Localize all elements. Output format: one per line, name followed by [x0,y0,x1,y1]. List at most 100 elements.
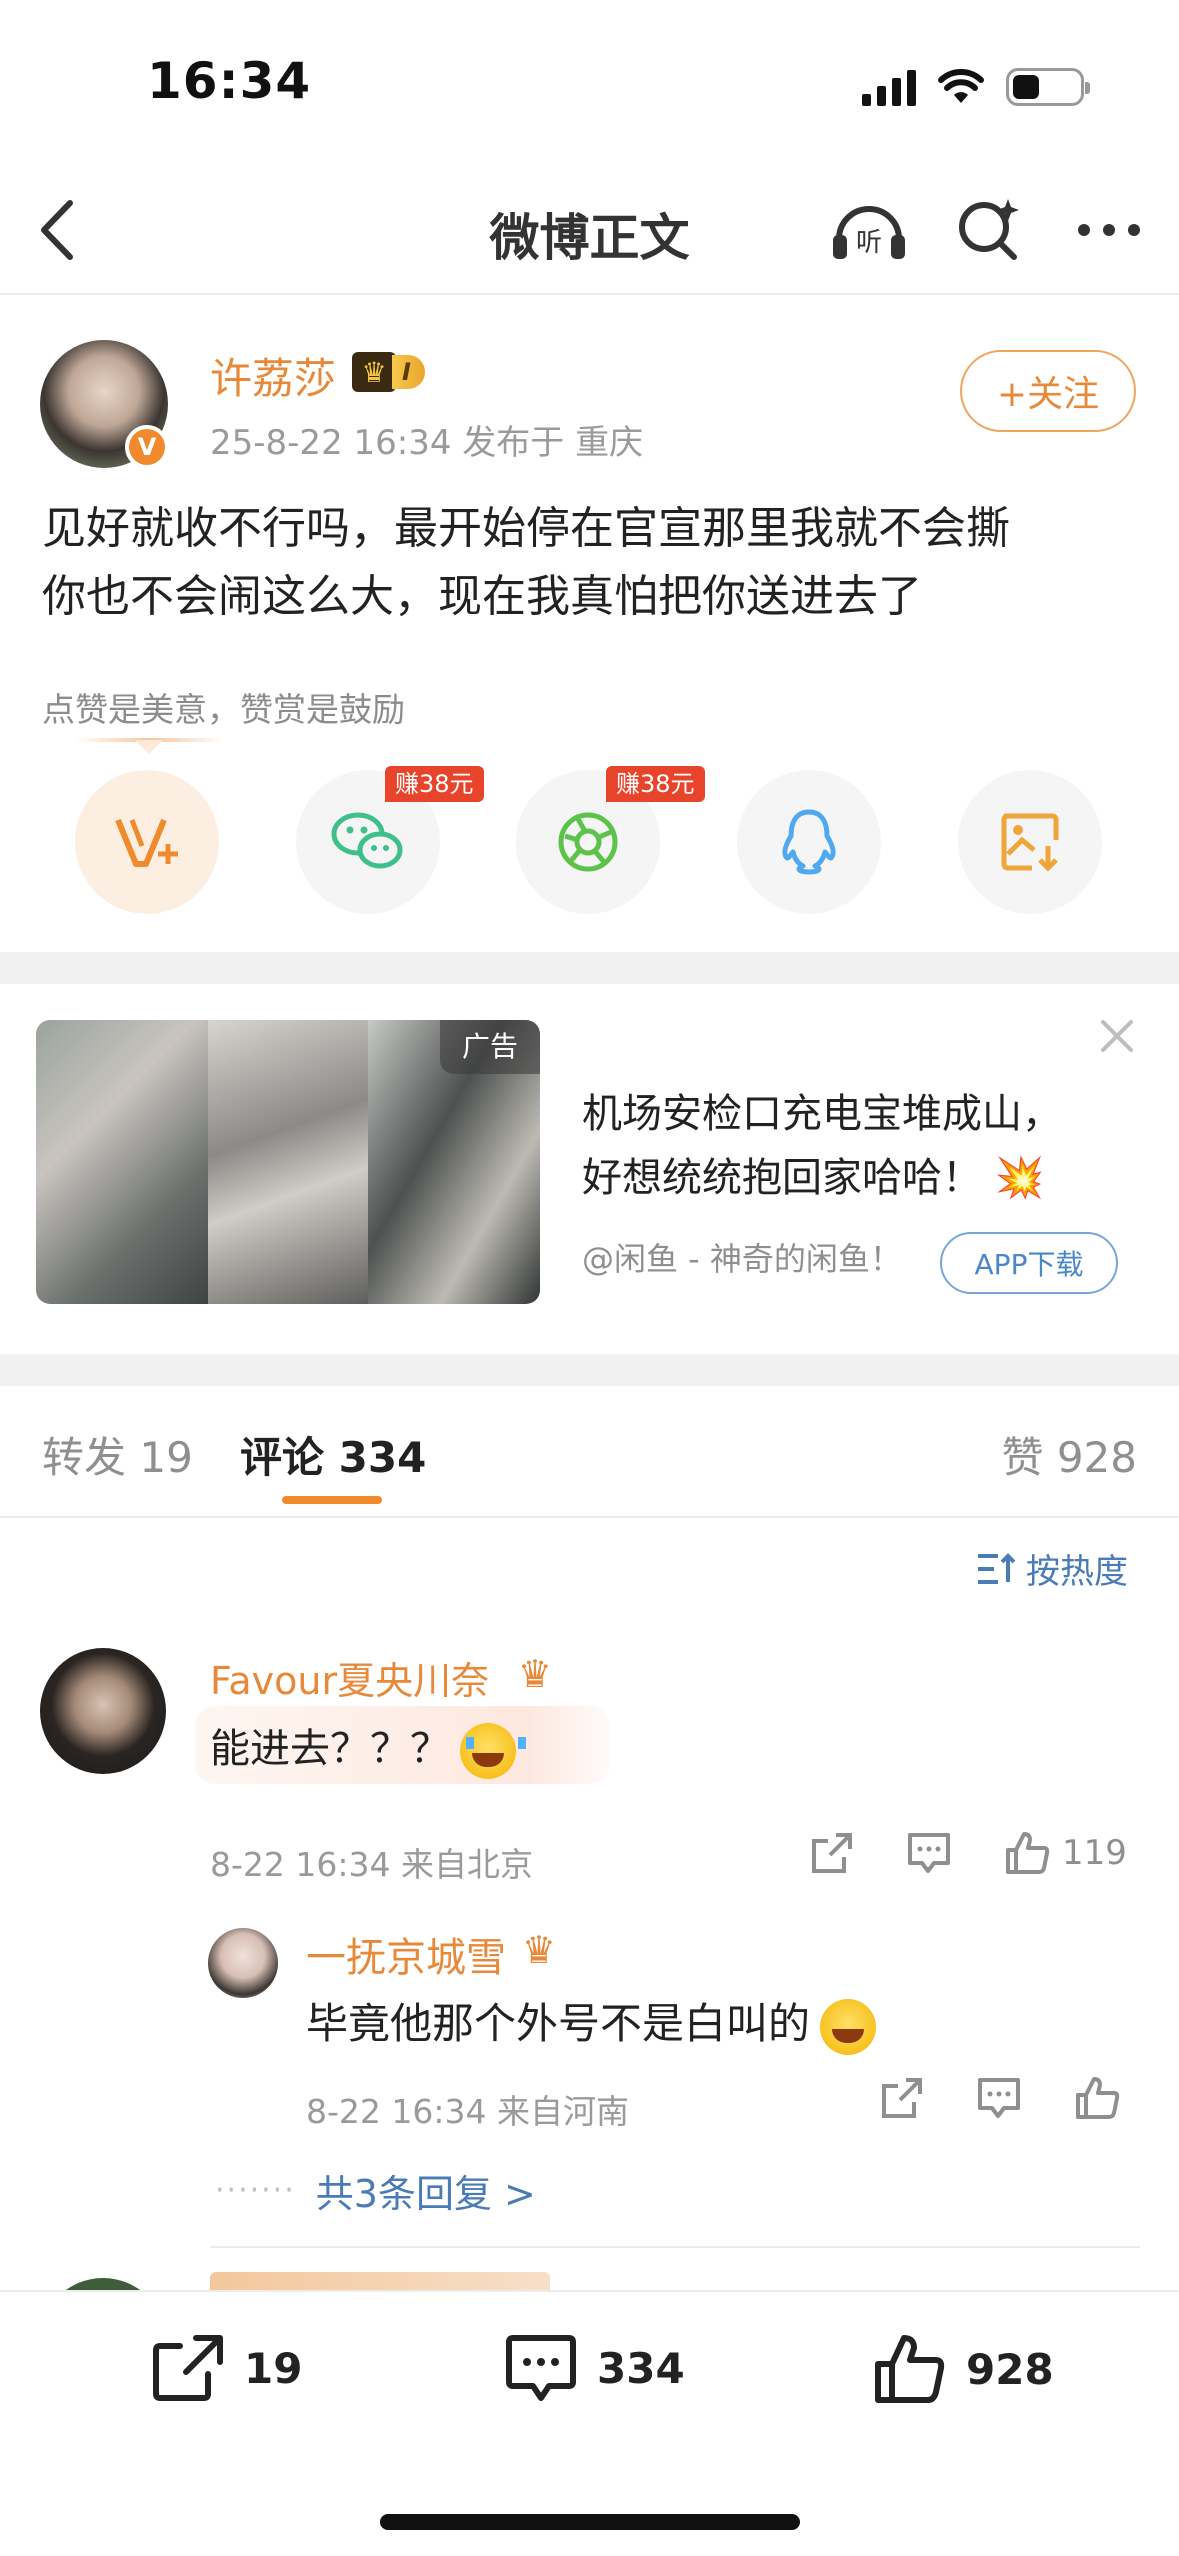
explosion-emoji-icon: 💥 [994,1155,1045,1201]
ad-title-line: 机场安检口充电宝堆成山， [582,1091,1062,1137]
like-button[interactable]: 928 [872,2332,1054,2406]
ad-image[interactable]: 广告 [36,1020,540,1304]
repost-count: 19 [244,2343,303,2393]
comment-count: 334 [597,2343,685,2393]
ad-card[interactable]: 广告 机场安检口充电宝堆成山， 好想统统抱回家哈哈！ 💥 @闲鱼 - 神奇的闲鱼… [0,984,1179,1354]
cellular-signal-icon [862,68,916,106]
headphones-listen-icon: 听 [833,206,905,259]
reply-text[interactable]: 毕竟他那个外号不是白叫的 [306,1990,877,2055]
qq-icon [782,809,836,875]
laughing-emoji-icon [820,1998,877,2055]
post-text: 见好就收不行吗，最开始停在官宣那里我就不会撕 你也不会闹这么大，现在我真怕把你送… [42,495,1142,631]
ai-search-button[interactable] [949,190,1029,270]
tab-repost[interactable]: 转发 19 [42,1424,193,1485]
reply-author-name[interactable]: 一抚京城雪 [306,1925,506,1983]
post-meta: 25-8-22 16:34 发布于 重庆 [210,423,644,463]
sort-label: 按热度 [1026,1552,1128,1592]
post-text-line: 见好就收不行吗，最开始停在官宣那里我就不会撕 [42,503,1010,554]
comment-meta: 8-22 16:34 来自北京 [210,1845,533,1884]
commenter-avatar[interactable] [40,1648,166,1774]
comment-actions: 119 [810,1830,1127,1876]
reply-meta: 8-22 16:34 来自河南 [306,2092,629,2131]
more-dots-icon [1078,224,1140,236]
follow-button[interactable]: +关注 [960,350,1136,432]
crying-emoji-icon [460,1723,526,1779]
moments-icon [558,812,618,872]
earn-tag: 赚38元 [385,766,484,802]
share-icon[interactable] [810,1831,854,1875]
ad-tag: 广告 [440,1020,540,1074]
like-button[interactable]: 119 [1004,1830,1127,1876]
sort-icon [978,1552,1016,1584]
tab-likes[interactable]: 赞 928 [1001,1424,1137,1485]
close-icon [1101,1020,1133,1052]
sort-button[interactable]: 按热度 [976,1544,1128,1593]
share-row: 赚38元 赚38元 [0,766,1179,914]
member-badge[interactable]: ♛ I [352,352,425,392]
listen-button[interactable]: 听 [829,190,909,270]
reward-pointer [135,740,163,754]
repost-button[interactable]: 19 [150,2332,302,2404]
wifi-icon [938,69,984,103]
comment-text[interactable]: 能进去？？？ [210,1716,526,1779]
author-name[interactable]: 许荔莎 [210,345,336,406]
reply-actions [880,2075,1122,2121]
commenter-name[interactable] [210,2272,550,2290]
crown-icon: ♛ [518,1652,553,1696]
reward-button[interactable] [75,770,219,914]
post-tabs: 转发 19 评论 334 赞 928 [0,1386,1179,1518]
section-divider [0,952,1179,984]
commenter-avatar[interactable] [40,2278,166,2290]
tab-comments[interactable]: 评论 334 [240,1424,426,1485]
post-text-line: 你也不会闹这么大，现在我真怕把你送进去了 [42,571,922,622]
save-image-button[interactable] [958,770,1102,914]
comment-text-content: 能进去？？？ [210,1726,450,1772]
comment-separator [210,2246,1140,2248]
app-download-button[interactable]: APP下载 [940,1232,1118,1294]
status-icons [862,64,1090,110]
reward-hint: 点赞是美意，赞赏是鼓励 [42,690,405,729]
repost-icon [153,2335,223,2401]
thumbs-up-icon[interactable] [1074,2075,1122,2121]
more-replies-label: 共3条回复 > [315,2172,536,2216]
share-qq-button[interactable] [737,770,881,914]
wechat-icon [331,812,403,869]
next-comment-peek [0,2270,1179,2290]
tab-active-indicator [282,1496,382,1504]
ad-title-line: 好想统统抱回家哈哈！ 💥 [582,1146,1122,1210]
status-time: 16:34 [147,52,312,110]
commenter-name[interactable]: Favour夏央川奈 [210,1650,489,1705]
thumbs-up-icon [875,2335,945,2403]
ad-source[interactable]: @闲鱼 - 神奇的闲鱼！ [582,1234,902,1280]
section-divider [0,1354,1179,1386]
thumbs-up-icon [1006,1832,1050,1874]
more-replies-link[interactable]: ······· 共3条回复 > [215,2163,536,2218]
comment-button[interactable]: 334 [503,2332,685,2404]
like-count: 928 [966,2344,1054,2394]
more-button[interactable] [1069,190,1149,270]
ad-title[interactable]: 机场安检口充电宝堆成山， 好想统统抱回家哈哈！ 💥 [582,1082,1122,1210]
share-icon[interactable] [880,2076,924,2120]
verified-badge: V [125,425,169,469]
member-level: I [392,355,425,389]
crown-icon: ♛ [352,352,396,392]
search-sparkle-icon [959,199,1019,260]
battery-icon [1006,68,1090,106]
reply-avatar[interactable] [208,1928,278,1998]
save-image-icon [1001,813,1059,872]
home-indicator [380,2514,800,2530]
dots-divider: ······· [215,2173,296,2208]
crown-icon: ♛ [522,1928,557,1972]
reward-v-icon [115,818,178,867]
comment-icon[interactable] [976,2076,1022,2120]
navbar: 微博正文 听 [0,160,1179,295]
ad-close-button[interactable] [1095,1014,1139,1058]
reply-text-content: 毕竟他那个外号不是白叫的 [306,1999,811,2048]
svg-text:听: 听 [856,228,882,258]
like-count: 119 [1062,1833,1127,1873]
comment-icon[interactable] [906,1831,952,1875]
comment-icon [506,2335,576,2401]
ad-title-text: 好想统统抱回家哈哈！ [582,1155,982,1201]
earn-tag: 赚38元 [606,766,705,802]
bottom-action-bar: 19 334 928 [0,2290,1179,2556]
